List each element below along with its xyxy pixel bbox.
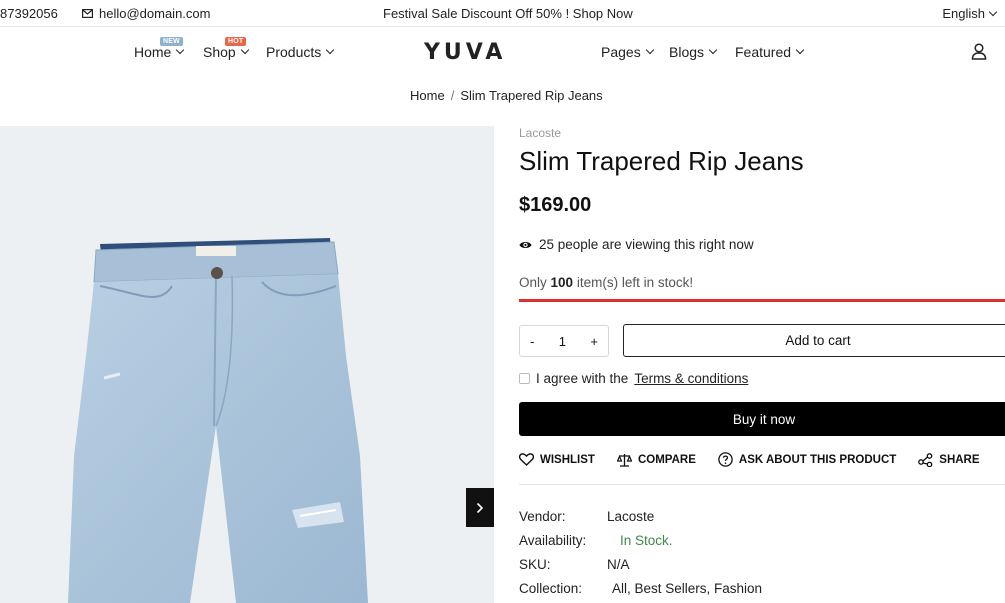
product-image-jeans — [68, 238, 368, 603]
agree-text: I agree with the — [536, 371, 629, 386]
scale-icon — [616, 453, 632, 467]
stock-prefix: Only — [519, 275, 547, 290]
chevron-down-icon — [795, 45, 805, 55]
breadcrumb: Home / Slim Trapered Rip Jeans — [410, 88, 603, 103]
nav-home-label: Home — [134, 44, 172, 60]
new-badge: NEW — [160, 37, 183, 46]
nav-featured[interactable]: Featured — [735, 44, 805, 60]
compare-label: COMPARE — [637, 453, 696, 466]
stock-notice: Only 100 item(s) left in stock! — [519, 275, 693, 290]
main-nav: Home NEW Shop HOT Products YUVA Pages Bl… — [0, 28, 1005, 78]
share-icon — [918, 452, 933, 467]
nav-featured-label: Featured — [735, 44, 792, 60]
chevron-down-icon — [326, 45, 335, 55]
quantity-stepper[interactable]: - 1 + — [519, 325, 609, 357]
buy-now-button[interactable]: Buy it now — [519, 402, 1005, 436]
nav-blogs-label: Blogs — [669, 44, 705, 60]
breadcrumb-separator: / — [450, 88, 455, 103]
meta-availability-value: In Stock. — [620, 533, 673, 548]
chevron-down-icon — [708, 45, 718, 55]
user-account-icon[interactable] — [971, 43, 987, 60]
nav-pages-label: Pages — [601, 44, 641, 60]
product-image-gallery — [0, 126, 494, 603]
site-logo[interactable]: YUVA — [424, 40, 506, 65]
chevron-down-icon — [240, 45, 249, 55]
breadcrumb-home[interactable]: Home — [410, 88, 445, 103]
meta-vendor-key: Vendor: — [519, 509, 566, 524]
nav-products[interactable]: Products — [266, 44, 335, 60]
email-contact[interactable]: hello@domain.com — [82, 6, 210, 21]
phone-number[interactable]: 87392056 — [0, 6, 58, 21]
nav-blogs[interactable]: Blogs — [669, 44, 718, 60]
top-bar: 87392056 hello@domain.com Festival Sale … — [0, 0, 1005, 27]
chevron-right-icon — [476, 502, 484, 513]
language-label: English — [942, 6, 985, 21]
chevron-down-icon — [176, 45, 185, 55]
nav-home[interactable]: Home NEW — [134, 37, 185, 60]
meta-collection-key: Collection: — [519, 581, 583, 596]
nav-shop[interactable]: Shop HOT — [203, 37, 249, 60]
stock-suffix: item(s) left in stock! — [576, 275, 694, 290]
share-action[interactable]: SHARE — [918, 452, 980, 467]
language-selector[interactable]: English — [942, 6, 998, 21]
hot-badge: HOT — [225, 37, 247, 46]
stock-count: 100 — [550, 275, 574, 290]
terms-checkbox[interactable] — [519, 373, 530, 384]
terms-agreement: I agree with the Terms & conditions — [519, 371, 748, 386]
product-vendor[interactable]: Lacoste — [519, 126, 561, 140]
meta-vendor-value[interactable]: Lacoste — [607, 509, 654, 524]
viewing-text: 25 people are viewing this right now — [539, 237, 754, 252]
nav-pages[interactable]: Pages — [601, 44, 654, 60]
mail-icon — [82, 9, 93, 18]
product-actions: WISHLIST COMPARE ASK ABOUT THIS PRODUCT … — [519, 452, 1005, 467]
chevron-down-icon — [645, 45, 654, 55]
section-divider — [519, 484, 1005, 485]
nav-products-label: Products — [266, 44, 322, 60]
nav-shop-label: Shop — [203, 44, 236, 60]
wishlist-action[interactable]: WISHLIST — [519, 453, 595, 466]
meta-availability-key: Availability: — [519, 533, 587, 548]
product-price: $169.00 — [519, 194, 592, 216]
next-image-button[interactable] — [466, 488, 494, 527]
terms-link[interactable]: Terms & conditions — [634, 371, 748, 386]
heart-icon — [519, 453, 534, 466]
eye-icon — [519, 241, 532, 248]
email-text: hello@domain.com — [99, 6, 211, 21]
promo-banner[interactable]: Festival Sale Discount Off 50% ! Shop No… — [383, 6, 633, 21]
meta-sku-key: SKU: — [519, 557, 551, 572]
wishlist-label: WISHLIST — [540, 453, 595, 466]
product-title: Slim Trapered Rip Jeans — [519, 146, 804, 176]
qty-value[interactable]: 1 — [559, 334, 566, 349]
question-icon — [718, 452, 733, 467]
stock-progress-fill — [519, 299, 1005, 302]
stock-progress-bar — [519, 299, 1005, 302]
ask-label: ASK ABOUT THIS PRODUCT — [738, 453, 897, 466]
viewing-notice: 25 people are viewing this right now — [519, 237, 754, 252]
add-to-cart-button[interactable]: Add to cart — [623, 324, 1005, 357]
compare-action[interactable]: COMPARE — [616, 453, 696, 467]
meta-collection-value[interactable]: All, Best Sellers, Fashion — [612, 581, 762, 596]
share-label: SHARE — [939, 453, 980, 466]
chevron-down-icon — [988, 7, 998, 16]
meta-sku-value: N/A — [607, 557, 630, 572]
ask-action[interactable]: ASK ABOUT THIS PRODUCT — [718, 452, 896, 467]
qty-decrease-button[interactable]: - — [530, 334, 534, 349]
qty-increase-button[interactable]: + — [590, 334, 598, 349]
breadcrumb-current: Slim Trapered Rip Jeans — [460, 88, 603, 103]
